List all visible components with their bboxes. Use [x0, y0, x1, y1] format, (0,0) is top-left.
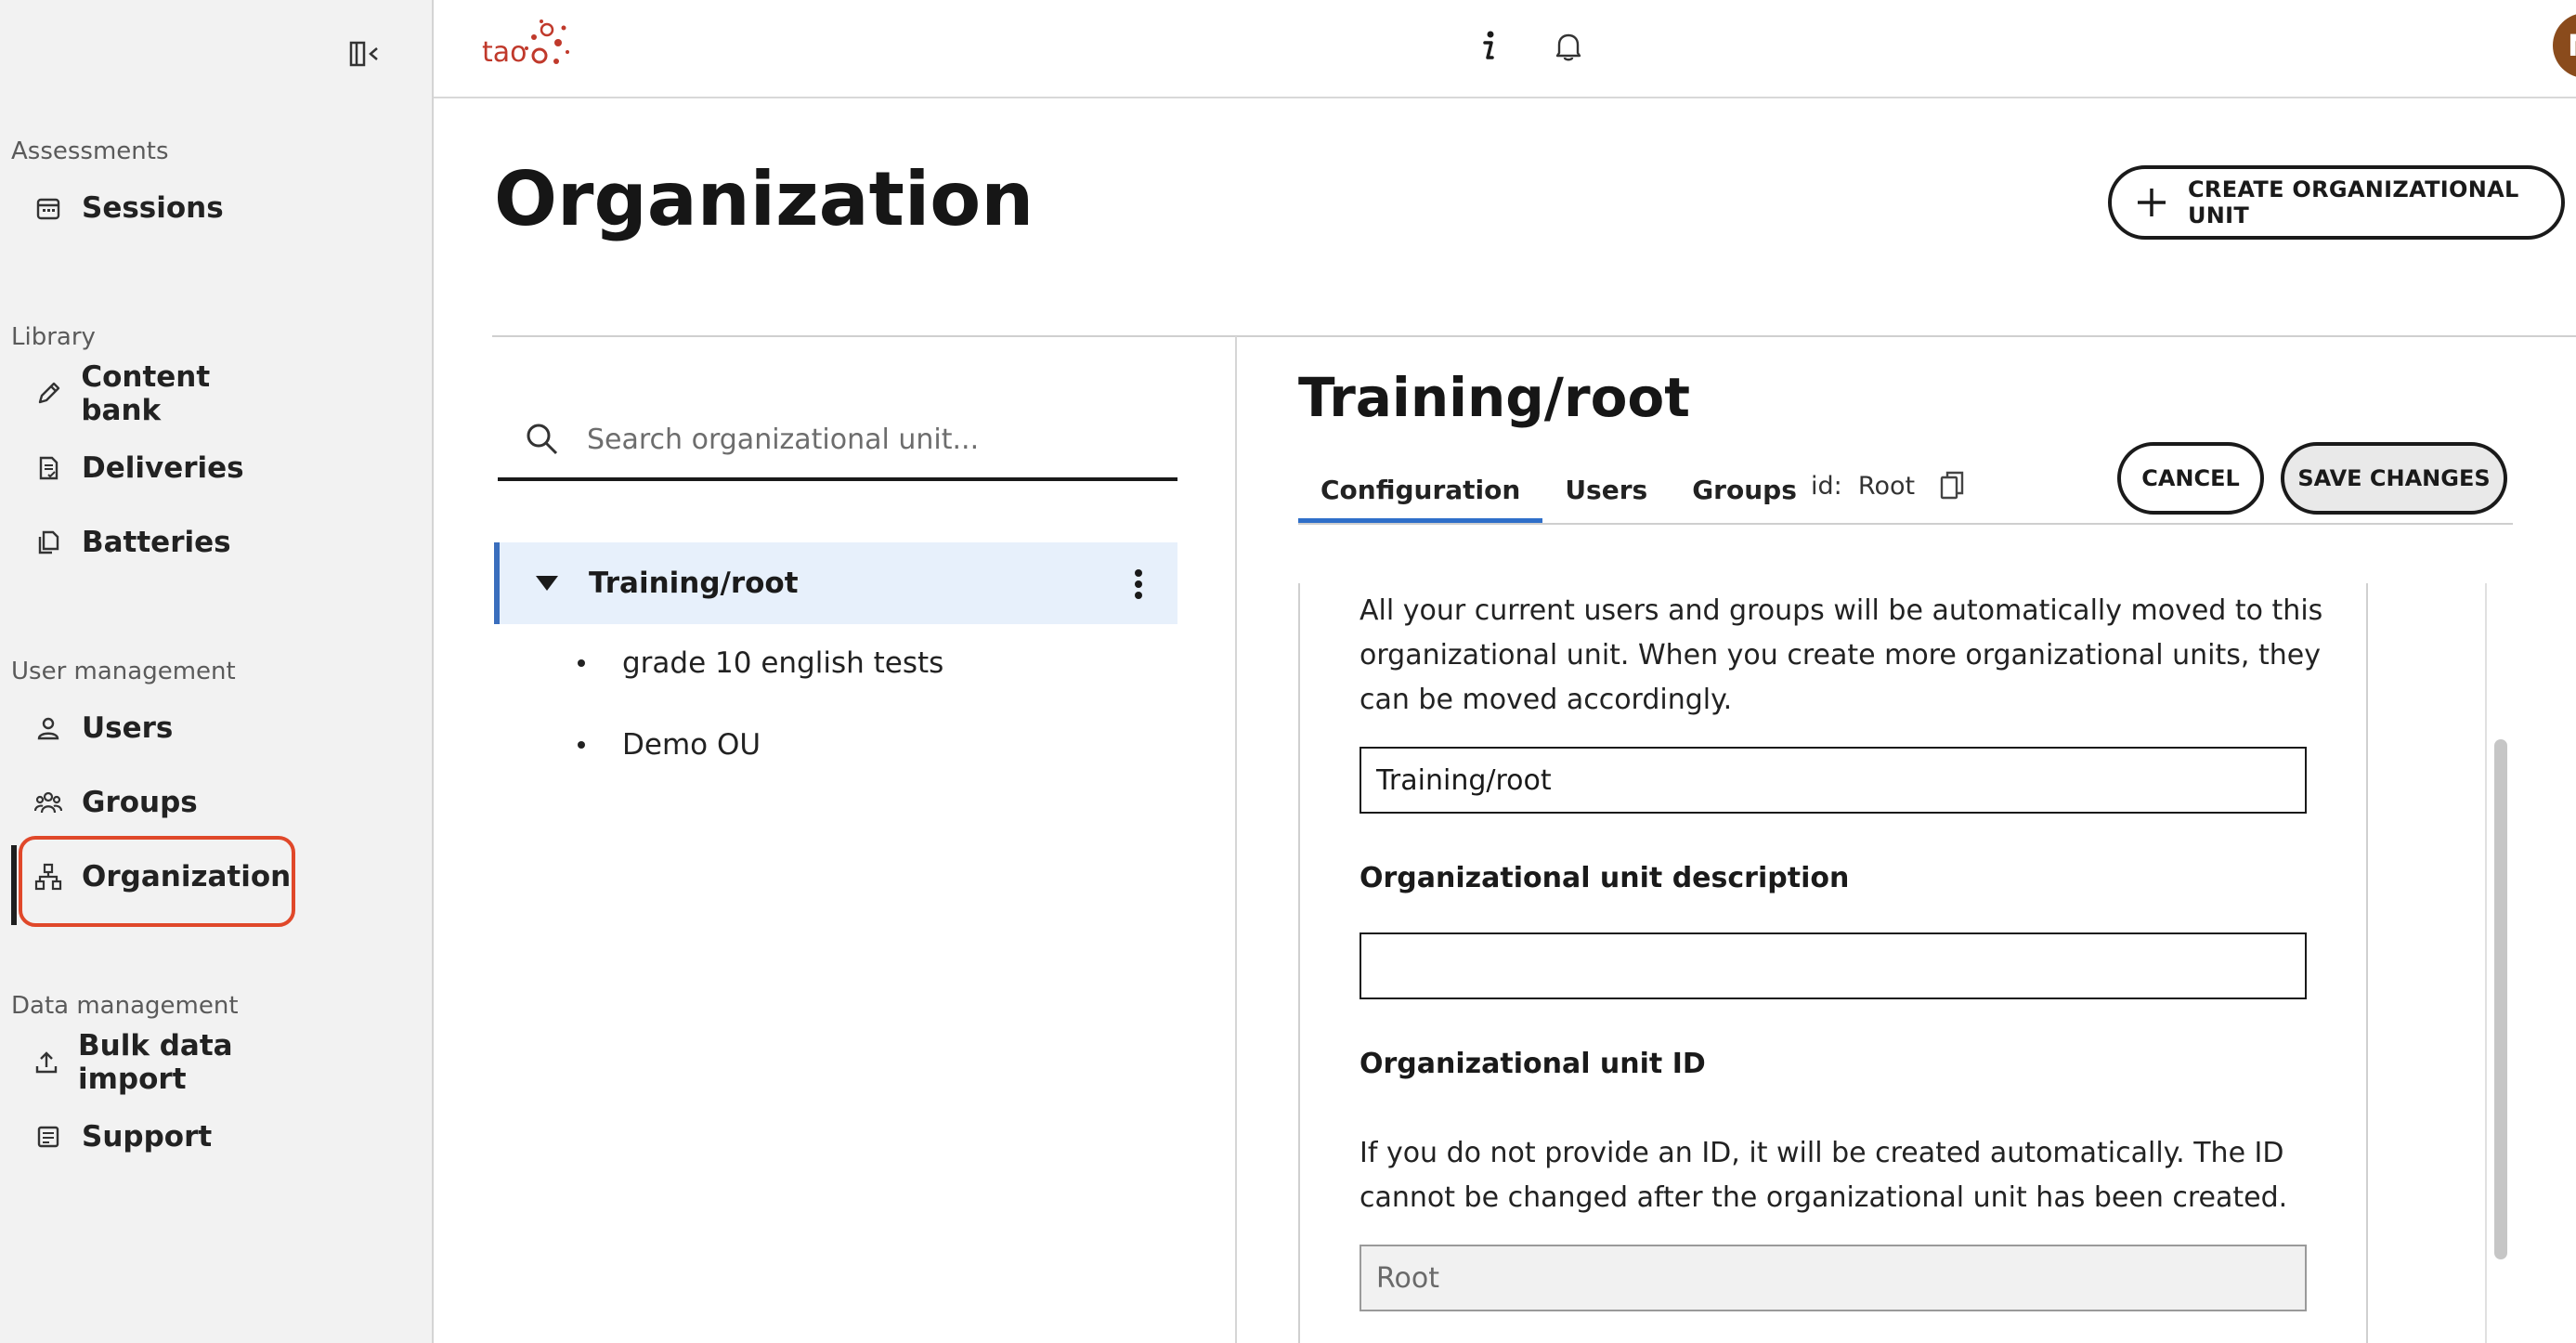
section-label-data-management: Data management: [11, 992, 239, 1020]
sidebar-item-bulk-data-import[interactable]: Bulk data import: [17, 1025, 295, 1100]
description-label: Organizational unit description: [1360, 862, 1850, 894]
document-check-icon: [33, 453, 63, 483]
user-icon: [33, 713, 63, 743]
section-label-library: Library: [11, 323, 96, 351]
top-bar: tao N: [434, 0, 2576, 98]
svg-text:tao: tao: [482, 36, 527, 69]
sidebar: Assessments Sessions Library Content ban…: [0, 0, 434, 1343]
tabs-underline: [1298, 523, 2513, 525]
tab-configuration[interactable]: Configuration: [1298, 455, 1543, 524]
unit-id-help-text: If you do not provide an ID, it will be …: [1360, 1137, 2288, 1214]
tree-item-label: grade 10 english tests: [622, 646, 944, 680]
sidebar-item-deliveries[interactable]: Deliveries: [17, 431, 295, 505]
sidebar-item-support[interactable]: Support: [17, 1100, 295, 1174]
sidebar-item-label: Sessions: [82, 191, 224, 225]
sidebar-item-label: Deliveries: [82, 451, 244, 485]
bell-icon[interactable]: [1548, 26, 1589, 67]
search-input[interactable]: [587, 423, 1144, 456]
upload-icon: [33, 1048, 59, 1077]
sidebar-item-groups[interactable]: Groups: [17, 765, 295, 840]
groups-icon: [33, 788, 63, 817]
tao-logo[interactable]: tao: [480, 17, 573, 74]
tree-item-child[interactable]: grade 10 english tests: [578, 635, 943, 691]
sidebar-item-organization[interactable]: Organization: [11, 840, 295, 925]
header-divider: [492, 335, 2576, 337]
create-button-label: CREATE ORGANIZATIONAL UNIT: [2188, 176, 2519, 228]
bullet-icon: [578, 659, 585, 667]
sidebar-item-label: Batteries: [82, 526, 231, 559]
unit-description-input[interactable]: [1360, 932, 2307, 999]
unit-name-input[interactable]: [1360, 747, 2307, 814]
page-title: Organization: [494, 156, 1034, 242]
panel-divider: [1235, 336, 1237, 1343]
caret-down-icon[interactable]: [533, 572, 561, 594]
more-options-icon[interactable]: [1133, 568, 1144, 600]
unit-id-label: Organizational unit ID: [1360, 1048, 1706, 1080]
section-label-user-management: User management: [11, 658, 236, 685]
org-chart-icon: [33, 862, 63, 892]
tree-item-child[interactable]: Demo OU: [578, 717, 761, 773]
tree-item-root[interactable]: Training/root: [494, 542, 1177, 624]
sidebar-item-label: Support: [82, 1120, 213, 1154]
bullet-icon: [578, 741, 585, 749]
avatar[interactable]: N: [2553, 13, 2576, 78]
sidebar-item-content-bank[interactable]: Content bank: [17, 357, 295, 431]
sidebar-item-sessions[interactable]: Sessions: [17, 171, 295, 245]
copy-icon[interactable]: [1939, 470, 1965, 502]
tree-item-label: Training/root: [589, 567, 799, 600]
intro-text: All your current users and groups will b…: [1360, 594, 2323, 716]
sidebar-item-label: Groups: [82, 786, 198, 819]
search-bar: [498, 401, 1177, 481]
plus-icon: [2134, 185, 2169, 220]
sidebar-item-label: Organization: [82, 860, 292, 893]
sidebar-item-label: Content bank: [81, 360, 211, 427]
sidebar-item-label: Bulk data import: [78, 1029, 233, 1096]
detail-tabs: Configuration Users Groups: [1298, 455, 1819, 524]
save-changes-button[interactable]: SAVE CHANGES: [2281, 442, 2507, 515]
cancel-button[interactable]: CANCEL: [2117, 442, 2264, 515]
info-icon[interactable]: [1468, 26, 1509, 67]
collapse-sidebar-icon[interactable]: [349, 39, 383, 69]
pencil-icon: [33, 379, 62, 409]
id-value: Root: [1857, 471, 1916, 501]
id-prefix: id:: [1811, 471, 1842, 501]
unit-id-display: id: Root: [1811, 470, 1965, 502]
tab-groups[interactable]: Groups: [1670, 455, 1819, 524]
sidebar-item-label: Users: [82, 711, 174, 745]
create-organizational-unit-button[interactable]: CREATE ORGANIZATIONAL UNIT: [2108, 165, 2565, 240]
documents-icon: [33, 528, 63, 557]
calendar-icon: [33, 193, 63, 223]
sidebar-item-batteries[interactable]: Batteries: [17, 505, 295, 580]
sidebar-item-users[interactable]: Users: [17, 691, 295, 765]
tab-users[interactable]: Users: [1542, 455, 1670, 524]
section-label-assessments: Assessments: [11, 137, 169, 165]
search-icon: [524, 421, 561, 458]
unit-id-input: [1360, 1245, 2307, 1311]
support-icon: [33, 1122, 63, 1152]
tree-item-label: Demo OU: [622, 728, 761, 762]
detail-title: Training/root: [1298, 366, 1691, 429]
scrollbar-thumb[interactable]: [2494, 739, 2507, 1259]
